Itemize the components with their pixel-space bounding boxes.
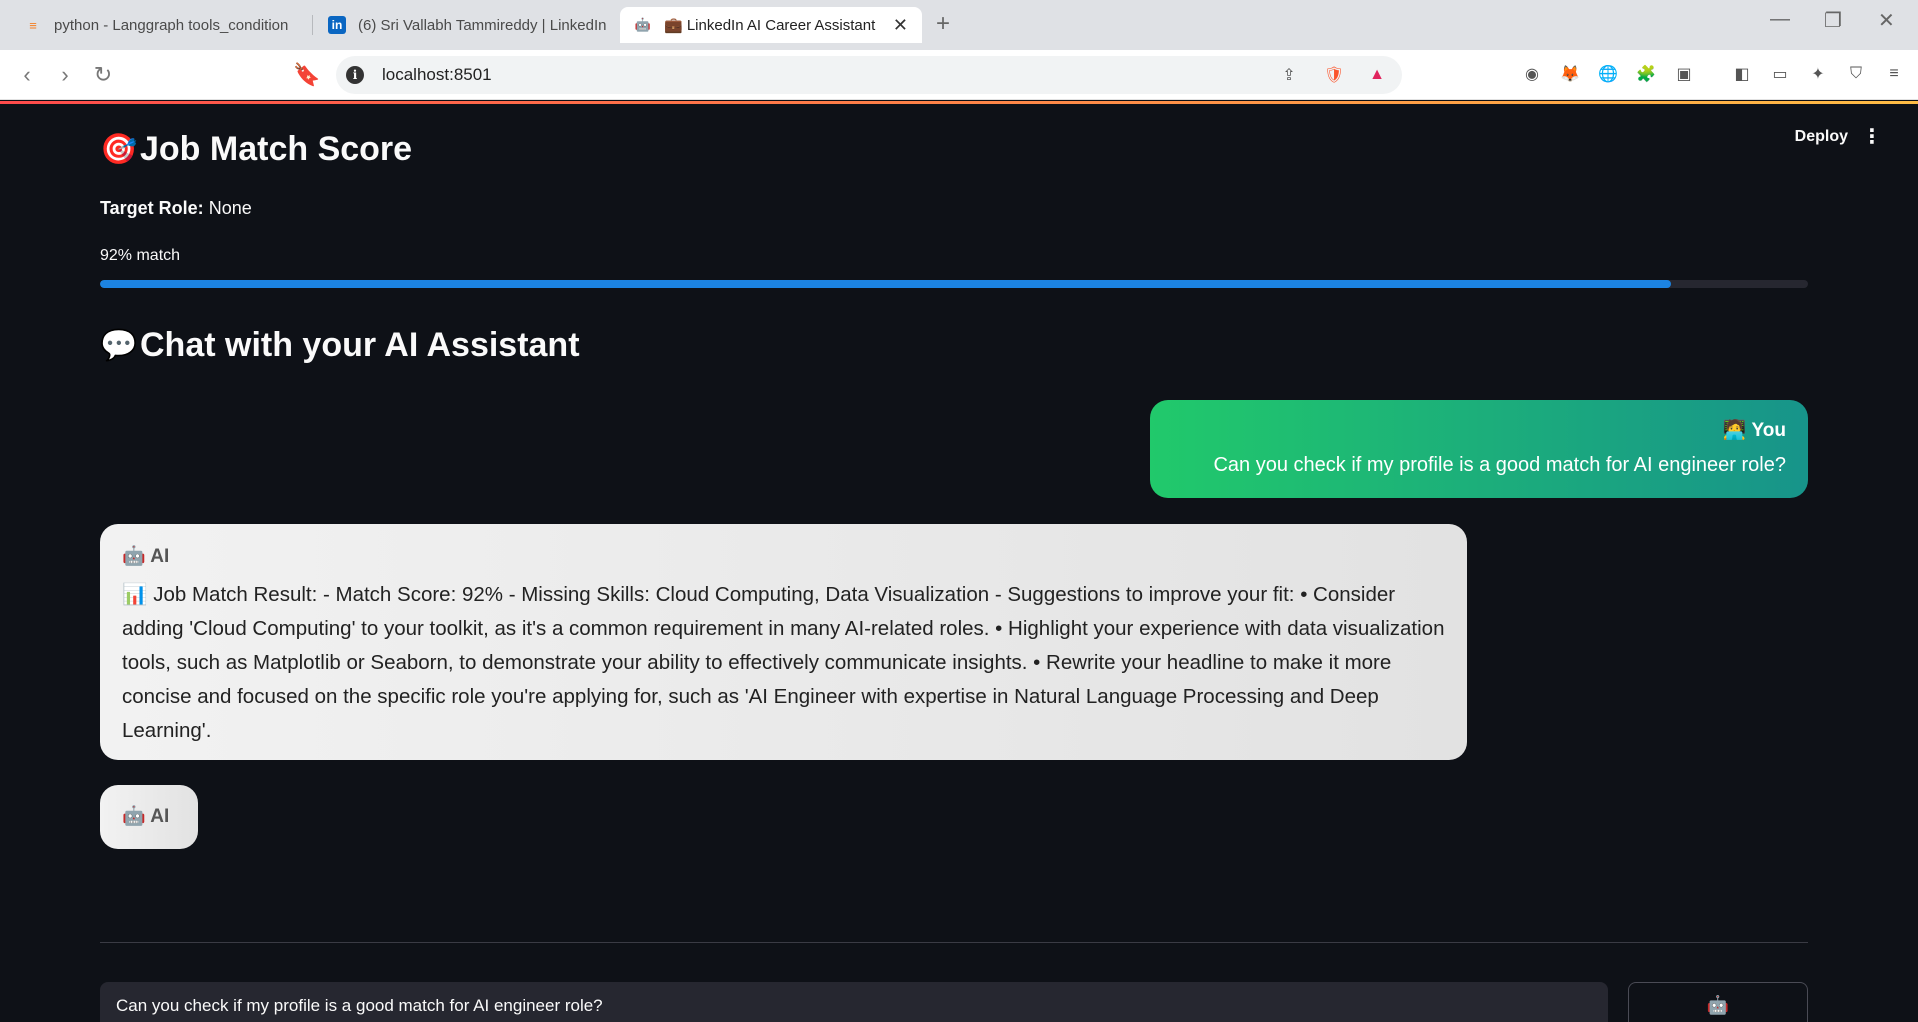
reader-icon[interactable]: ▣ bbox=[1672, 62, 1696, 86]
app-main: Deploy ⋮ 🎯 Job Match Score Target Role: … bbox=[0, 104, 1918, 1022]
forward-icon[interactable]: › bbox=[50, 60, 80, 90]
target-role-value: None bbox=[208, 198, 252, 218]
target-icon: 🎯 bbox=[100, 133, 138, 166]
close-tab-icon[interactable]: ✕ bbox=[883, 15, 908, 36]
sender-name: You bbox=[1751, 420, 1786, 441]
new-tab-icon[interactable]: + bbox=[936, 10, 950, 38]
reload-icon[interactable]: ↻ bbox=[88, 60, 118, 90]
sender-name: AI bbox=[150, 806, 170, 827]
chat-heading: 💬 Chat with your AI Assistant bbox=[100, 326, 580, 365]
robot-icon: 🤖 bbox=[122, 546, 146, 567]
tab-title: python - Langgraph tools_condition bbox=[54, 16, 289, 34]
job-match-heading: 🎯 Job Match Score bbox=[100, 130, 412, 169]
browser-tab-linkedin[interactable]: in (6) Sri Vallabh Tammireddy | LinkedIn bbox=[314, 7, 614, 43]
url-text: localhost:8501 bbox=[382, 65, 492, 84]
browser-toolbar: ‹ › ↻ 🔖 i localhost:8501 ⇪ 🛡 ▲ bbox=[0, 50, 1918, 100]
ai-message-pending: 🤖 AI bbox=[100, 785, 198, 849]
tab-title: (6) Sri Vallabh Tammireddy | LinkedIn bbox=[358, 16, 607, 34]
browser-tab-active[interactable]: 🤖 💼 LinkedIn AI Career Assistant ✕ bbox=[620, 7, 922, 43]
stackoverflow-icon: ≡ bbox=[29, 17, 37, 33]
speech-bubble-icon: 💬 bbox=[100, 329, 138, 362]
divider bbox=[100, 942, 1808, 943]
site-info-icon[interactable]: i bbox=[346, 66, 364, 84]
wallet-icon[interactable]: ▭ bbox=[1768, 62, 1792, 86]
brave-rewards-icon[interactable]: ▲ bbox=[1366, 64, 1388, 86]
robot-icon: 🤖 bbox=[1706, 995, 1730, 1015]
sender-name: AI bbox=[150, 546, 170, 567]
ai-message: 🤖 AI 📊 Job Match Result: - Match Score: … bbox=[100, 524, 1467, 760]
address-bar[interactable]: i localhost:8501 ⇪ 🛡 ▲ bbox=[336, 56, 1402, 94]
match-progress-fill bbox=[100, 280, 1672, 288]
brave-shield-icon[interactable]: 🛡 bbox=[1323, 64, 1345, 86]
sidebar-icon[interactable]: ◧ bbox=[1730, 62, 1754, 86]
tab-divider bbox=[312, 15, 313, 35]
browser-tab-stackoverflow[interactable]: ≡ python - Langgraph tools_condition bbox=[10, 7, 310, 43]
job-match-title: Job Match Score bbox=[140, 130, 413, 168]
target-role: Target Role: None bbox=[100, 198, 252, 219]
match-percentage-label: 92% match bbox=[100, 247, 181, 264]
restore-icon[interactable]: ❐ bbox=[1824, 8, 1842, 33]
user-message: 🧑‍💻 You Can you check if my profile is a… bbox=[1150, 400, 1808, 498]
robot-icon: 🤖 bbox=[122, 806, 146, 827]
deploy-button[interactable]: Deploy bbox=[1795, 128, 1848, 146]
bookmark-icon[interactable]: 🔖 bbox=[292, 60, 322, 90]
metamask-icon[interactable]: 🦊 bbox=[1558, 62, 1582, 86]
screen-capture-icon[interactable]: ◉ bbox=[1520, 62, 1544, 86]
message-text: Can you check if my profile is a good ma… bbox=[1213, 454, 1786, 476]
chat-title: Chat with your AI Assistant bbox=[140, 326, 580, 364]
message-sender: 🤖 AI bbox=[122, 804, 176, 828]
tab-title: 💼 LinkedIn AI Career Assistant bbox=[664, 17, 876, 34]
message-sender: 🧑‍💻 You bbox=[1172, 418, 1786, 442]
minimize-icon[interactable]: — bbox=[1770, 8, 1790, 31]
user-avatar-icon: 🧑‍💻 bbox=[1722, 420, 1747, 441]
linkedin-icon: in bbox=[328, 16, 346, 34]
menu-icon[interactable]: ≡ bbox=[1882, 62, 1906, 86]
back-icon[interactable]: ‹ bbox=[12, 60, 42, 90]
chat-input[interactable]: Can you check if my profile is a good ma… bbox=[100, 982, 1608, 1022]
match-progress-bar bbox=[100, 280, 1808, 288]
main-menu-icon[interactable]: ⋮ bbox=[1862, 124, 1882, 149]
send-button[interactable]: 🤖 bbox=[1628, 982, 1808, 1022]
leo-ai-icon[interactable]: ✦ bbox=[1806, 62, 1830, 86]
robot-icon: 🤖 bbox=[634, 17, 652, 32]
extensions-icon[interactable]: 🧩 bbox=[1634, 62, 1658, 86]
vpn-icon[interactable]: ⛉ bbox=[1844, 62, 1868, 86]
message-sender: 🤖 AI bbox=[122, 544, 1445, 568]
message-text: 📊 Job Match Result: - Match Score: 92% -… bbox=[122, 583, 1445, 742]
share-icon[interactable]: ⇪ bbox=[1278, 64, 1300, 86]
target-role-label: Target Role: bbox=[100, 198, 204, 218]
close-window-icon[interactable]: ✕ bbox=[1878, 8, 1895, 33]
browser-tab-bar: ≡ python - Langgraph tools_condition in … bbox=[0, 0, 1918, 50]
globe-extension-icon[interactable]: 🌐 bbox=[1596, 62, 1620, 86]
